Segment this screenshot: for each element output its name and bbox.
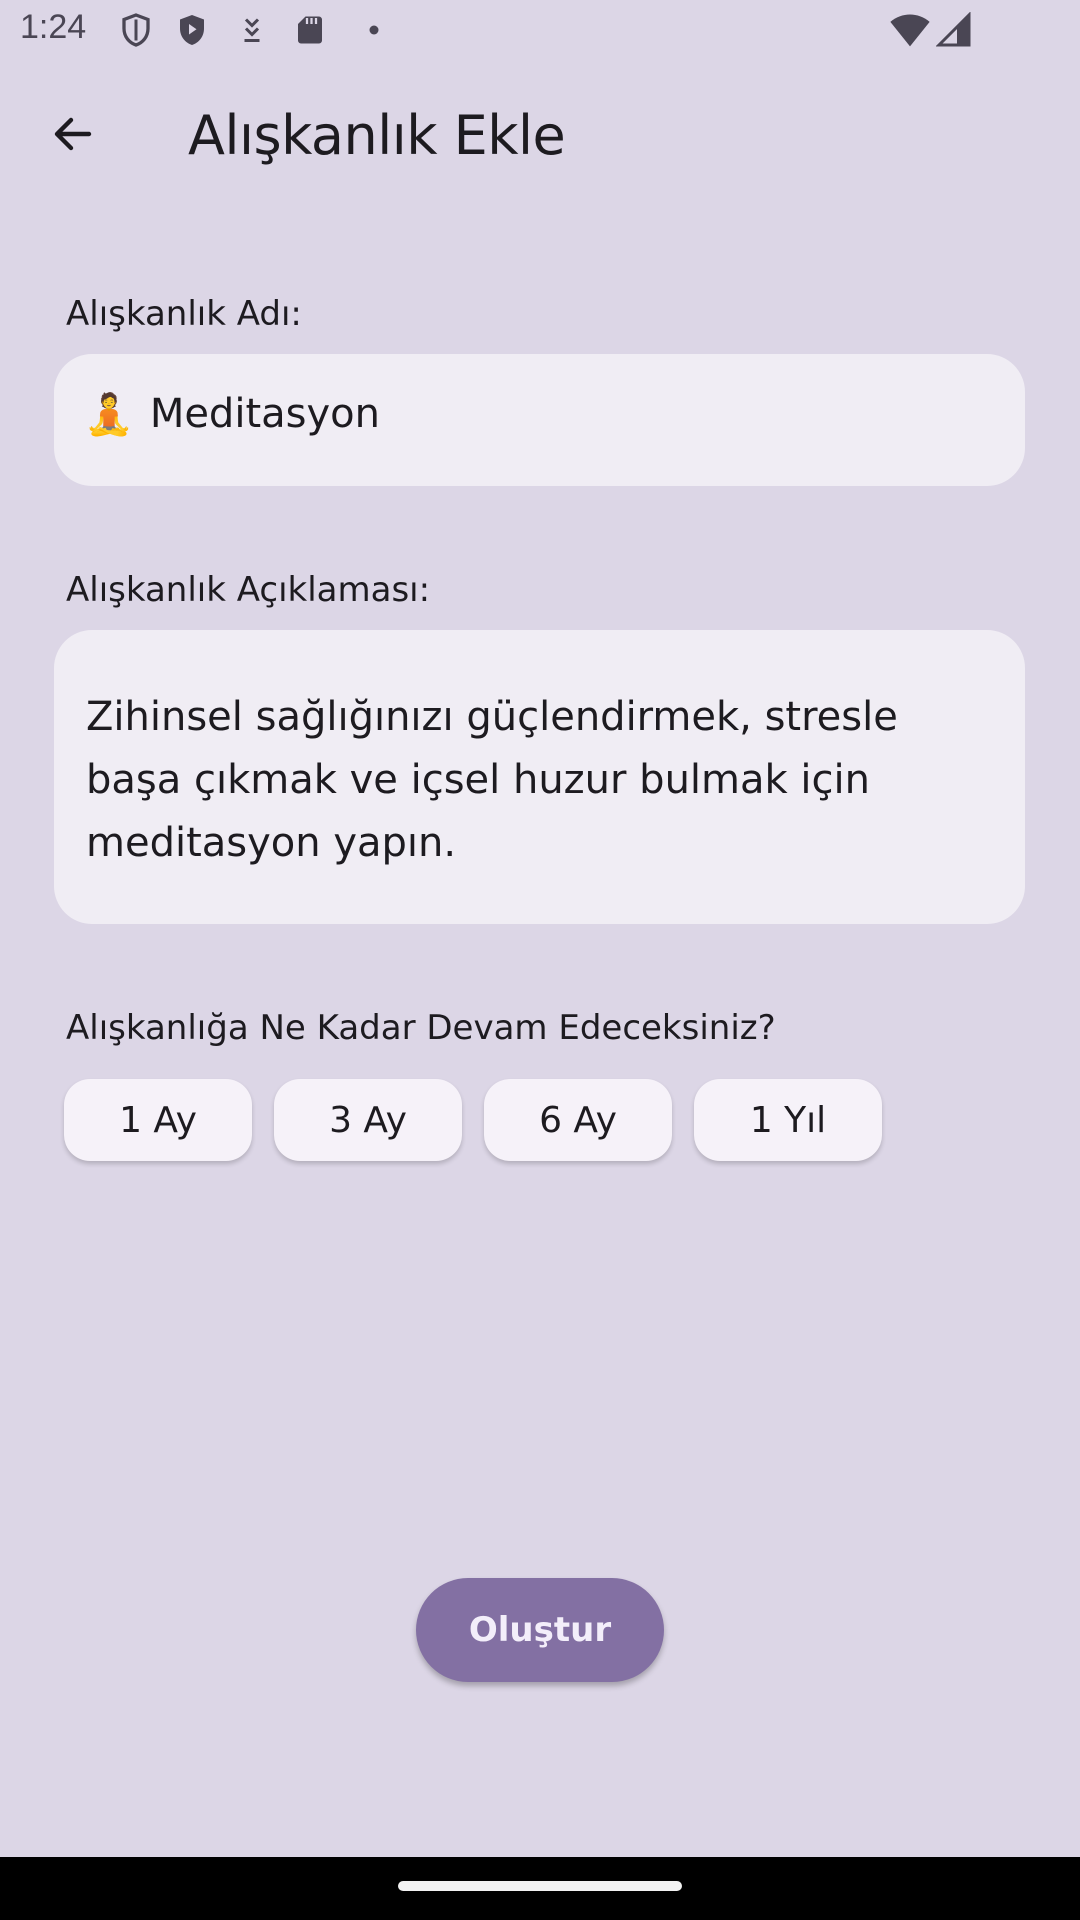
- habit-description-value: Zihinsel sağlığınızı güçlendirmek, stres…: [86, 694, 898, 866]
- duration-option-1-month[interactable]: 1 Ay: [64, 1079, 252, 1161]
- habit-name-value: Meditasyon: [149, 391, 380, 437]
- habit-name-label: Alışkanlık Adı:: [66, 294, 302, 334]
- habit-description-field[interactable]: Zihinsel sağlığınızı güçlendirmek, stres…: [54, 630, 1025, 924]
- arrow-back-icon: [49, 110, 97, 162]
- duration-options: 1 Ay 3 Ay 6 Ay 1 Yıl: [64, 1079, 882, 1161]
- meditation-emoji-icon: 🧘: [84, 391, 134, 438]
- cell-signal-icon: [935, 11, 972, 48]
- duration-question-label: Alışkanlığa Ne Kadar Devam Edeceksiniz?: [66, 1008, 776, 1048]
- shield-play-icon: [174, 12, 210, 48]
- shield-outline-icon: [118, 12, 154, 48]
- duration-option-1-year[interactable]: 1 Yıl: [694, 1079, 882, 1161]
- page-title: Alışkanlık Ekle: [188, 104, 566, 167]
- habit-description-label: Alışkanlık Açıklaması:: [66, 570, 431, 610]
- app-bar: Alışkanlık Ekle: [0, 80, 1080, 190]
- status-bar: 1:24: [0, 0, 1080, 62]
- duration-option-3-months[interactable]: 3 Ay: [274, 1079, 462, 1161]
- dot-icon: [356, 12, 392, 48]
- habit-name-field[interactable]: 🧘 Meditasyon: [54, 354, 1025, 486]
- status-time: 1:24: [20, 8, 87, 46]
- download-icon: [234, 12, 270, 48]
- sd-card-icon: [292, 12, 328, 48]
- home-indicator[interactable]: [398, 1881, 682, 1891]
- duration-option-6-months[interactable]: 6 Ay: [484, 1079, 672, 1161]
- back-button[interactable]: [30, 100, 116, 172]
- wifi-icon: [888, 12, 930, 48]
- navigation-bar: [0, 1857, 1080, 1920]
- create-button[interactable]: Oluştur: [416, 1578, 664, 1682]
